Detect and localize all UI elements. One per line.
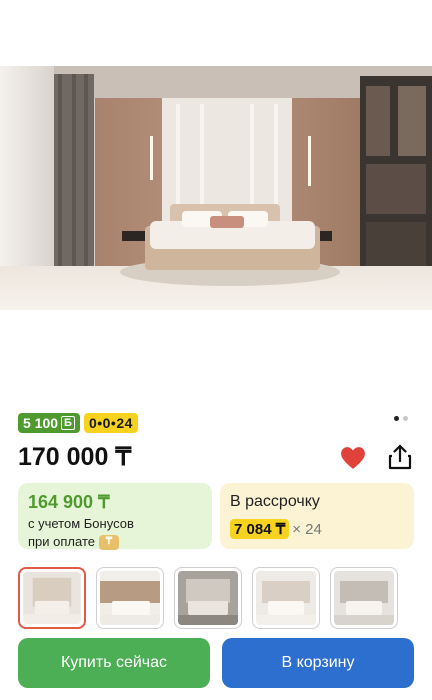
bonus-note-line2: при оплате (28, 534, 95, 549)
installment-card[interactable]: В рассрочку 7 084 ₸ × 24 (220, 483, 414, 549)
gallery-dot[interactable] (394, 416, 399, 421)
product-badges: 5 100 Б 0•0•24 (18, 413, 138, 433)
thumbnail-image (23, 572, 81, 624)
bedroom-photo (0, 66, 432, 310)
product-price: 170 000 ₸ (18, 443, 132, 471)
bonus-note-line1: с учетом Бонусов (28, 516, 134, 531)
bonus-note: с учетом Бонусов при оплате ₸ (28, 515, 202, 551)
thumbnail[interactable] (174, 567, 242, 629)
gallery-pagination (394, 416, 408, 421)
thumbnail[interactable] (18, 567, 86, 629)
installment-months: × 24 (292, 520, 322, 538)
bonus-badge-value: 5 100 (23, 415, 59, 431)
thumbnail-image (256, 571, 316, 625)
thumbnail-image (334, 571, 394, 625)
installment-amount: 7 084 ₸ (230, 519, 290, 539)
thumbnail[interactable] (96, 567, 164, 629)
add-to-cart-button[interactable]: В корзину (222, 638, 414, 688)
bonus-b-icon: Б (61, 416, 75, 430)
share-icon[interactable] (386, 443, 414, 471)
thumbnail[interactable] (252, 567, 320, 629)
bonus-price-card[interactable]: 164 900 ₸ с учетом Бонусов при оплате ₸ (18, 483, 212, 551)
product-main-image[interactable] (0, 66, 432, 310)
thumbnail-strip (18, 567, 398, 629)
thumbnail-image (178, 571, 238, 625)
bonus-badge: 5 100 Б (18, 413, 80, 433)
installment-title: В рассрочку (230, 493, 320, 510)
kaspi-coin-icon: ₸ (98, 534, 119, 550)
buy-now-button[interactable]: Купить сейчас (18, 638, 210, 688)
thumbnail-image (100, 571, 160, 625)
bonus-price: 164 900 ₸ (28, 492, 110, 512)
gallery-dot[interactable] (403, 416, 408, 421)
installment-badge: 0•0•24 (83, 413, 138, 433)
heart-filled-icon[interactable] (340, 446, 366, 470)
thumbnail[interactable] (330, 567, 398, 629)
